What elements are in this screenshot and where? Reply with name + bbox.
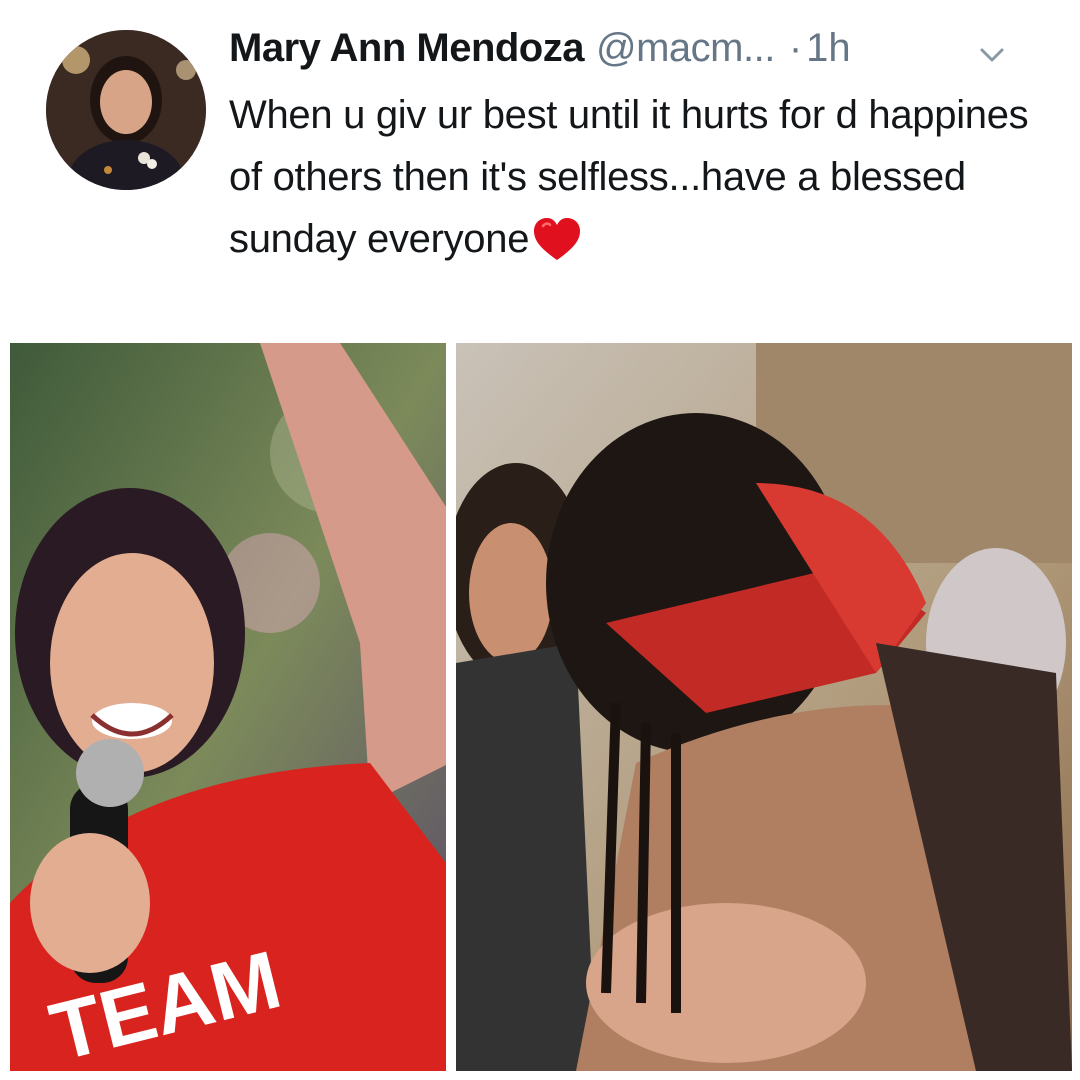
author-name[interactable]: Mary Ann Mendoza — [229, 26, 585, 71]
tweet-card[interactable]: Mary Ann Mendoza @macm... · 1h When u gi… — [0, 0, 1080, 1080]
author-avatar[interactable] — [46, 30, 206, 190]
chevron-down-icon[interactable] — [975, 38, 1009, 72]
tweet-text: When u giv ur best until it hurts for d … — [229, 84, 1029, 270]
timestamp[interactable]: 1h — [806, 26, 851, 71]
author-handle[interactable]: @macm... — [596, 26, 775, 71]
heart-emoji-icon — [534, 218, 581, 260]
media-image-right[interactable] — [456, 343, 1072, 1071]
tweet-header: Mary Ann Mendoza @macm... · 1h — [229, 26, 851, 78]
tweet-body: When u giv ur best until it hurts for d … — [229, 93, 1029, 261]
media-image-left[interactable]: TEAM — [10, 343, 446, 1071]
separator-dot: · — [788, 26, 803, 70]
